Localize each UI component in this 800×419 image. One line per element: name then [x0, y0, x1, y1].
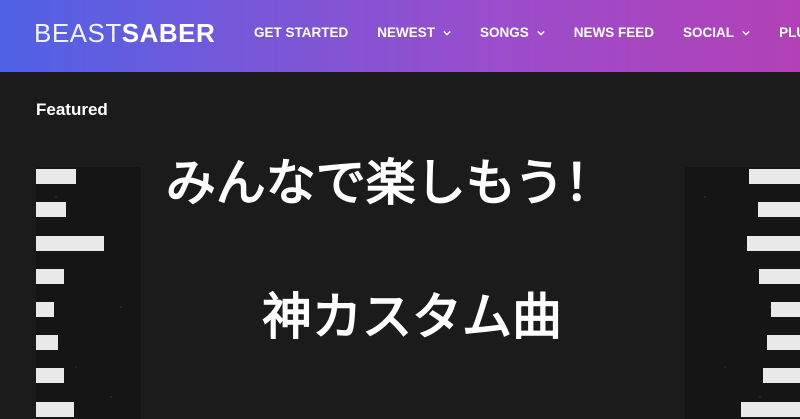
- chevron-down-icon: [537, 30, 545, 36]
- nav-plugins[interactable]: PLUGI: [779, 25, 800, 40]
- banner-subheadline: 神カスタム曲: [262, 288, 562, 346]
- nav-label: SONGS: [480, 25, 529, 40]
- banner-headline: みんなで楽しもう！: [165, 154, 615, 212]
- logo-text-light: BEAST: [34, 18, 122, 48]
- nav-get-started[interactable]: GET STARTED: [254, 25, 348, 40]
- site-header: BEAST SABER GET STARTED NEWEST SONGS NEWS…: [0, 0, 800, 72]
- beastsaber-logo[interactable]: BEAST SABER: [34, 18, 215, 52]
- nav-songs[interactable]: SONGS: [480, 25, 545, 40]
- light-bar: [747, 236, 800, 251]
- chevron-down-icon: [742, 30, 750, 36]
- light-bar: [36, 236, 104, 251]
- nav-news-feed[interactable]: NEWS FEED: [574, 25, 654, 40]
- nav-label: PLUGI: [779, 25, 800, 40]
- light-bar: [36, 368, 64, 383]
- nav-social[interactable]: SOCIAL: [683, 25, 750, 40]
- featured-heading: Featured: [36, 100, 108, 119]
- light-bar: [763, 368, 800, 383]
- nav-label: GET STARTED: [254, 25, 349, 40]
- light-bar: [36, 402, 74, 417]
- light-bar: [741, 402, 800, 417]
- logo-text-bold: SABER: [121, 18, 216, 48]
- nav-label: SOCIAL: [683, 25, 735, 40]
- main-nav: GET STARTED NEWEST SONGS NEWS FEED SOCIA…: [254, 25, 800, 40]
- nav-newest[interactable]: NEWEST: [377, 25, 451, 40]
- nav-label: NEWS FEED: [573, 25, 655, 40]
- nav-label: NEWEST: [377, 25, 436, 40]
- chevron-down-icon: [443, 30, 451, 36]
